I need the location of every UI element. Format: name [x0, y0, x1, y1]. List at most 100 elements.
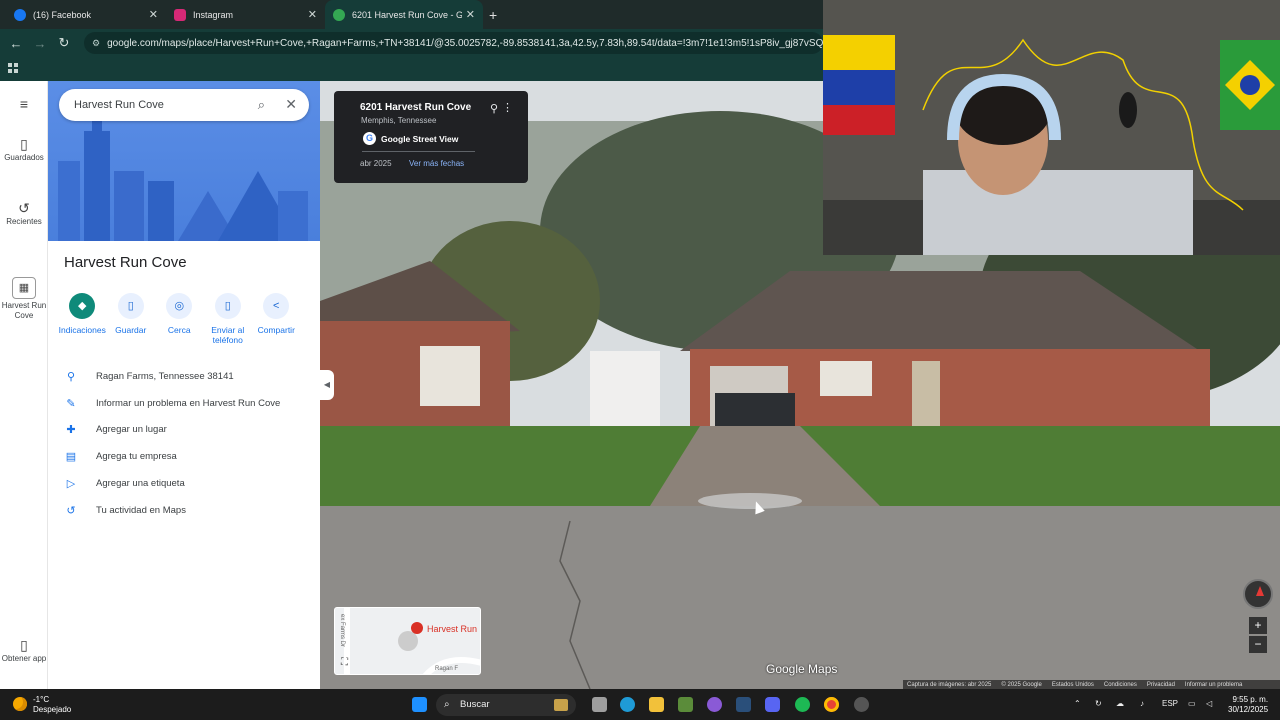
share-button[interactable]: < Compartir [252, 293, 301, 345]
onedrive-icon[interactable]: ☁ [1116, 699, 1124, 708]
footer-link[interactable]: Condiciones [1104, 682, 1137, 688]
directions-icon: ◆ [69, 293, 96, 319]
card-source: Google Street View [381, 134, 459, 144]
temperature: -1°C [33, 695, 50, 704]
close-icon[interactable]: ✕ [285, 96, 297, 113]
search-box[interactable]: Harvest Run Cove ⌕ ✕ [59, 89, 309, 121]
collapse-panel-button[interactable]: ◀ [320, 370, 334, 400]
minimap-roads [344, 608, 480, 674]
add-label-row[interactable]: ▷ Agregar una etiqueta [64, 473, 314, 493]
footer-link[interactable]: Informar un problema [1185, 682, 1242, 688]
footer-link[interactable]: Estados Unidos [1052, 682, 1094, 688]
footer-link[interactable]: Privacidad [1147, 682, 1175, 688]
rail-item-label: Obtener app [1, 654, 47, 663]
clock[interactable]: 9:55 p. m. 30/12/2025 [1228, 695, 1268, 715]
windows-start-icon[interactable] [412, 697, 427, 712]
save-button[interactable]: ▯ Guardar [107, 293, 156, 345]
file-explorer-icon[interactable] [649, 697, 664, 712]
directions-button[interactable]: ◆ Indicaciones [58, 293, 107, 345]
close-icon[interactable]: ✕ [149, 8, 158, 21]
info-label: Agrega tu empresa [96, 450, 177, 462]
maps-activity-row[interactable]: ↺ Tu actividad en Maps [64, 500, 314, 520]
card-city: Memphis, Tennessee [361, 116, 437, 125]
menu-button[interactable]: ≡ [0, 95, 48, 113]
expand-icon[interactable]: ⛶ [341, 657, 348, 668]
apps-grid-icon[interactable] [8, 63, 18, 73]
zoom-in-button[interactable]: + [1249, 617, 1267, 634]
task-view-icon[interactable] [592, 697, 607, 712]
volume-icon[interactable]: ◁ [1206, 699, 1212, 708]
place-title: Harvest Run Cove [64, 254, 187, 271]
search-icon[interactable]: ⌕ [258, 97, 265, 113]
back-arrow-icon[interactable]: ← [4, 36, 28, 51]
close-icon[interactable]: ✕ [308, 8, 317, 21]
forward-arrow-icon[interactable]: → [28, 36, 52, 51]
rail-item-label: Recientes [6, 217, 42, 226]
webcam-overlay [823, 0, 1280, 255]
site-info-icon[interactable]: ⚙ [92, 38, 100, 49]
add-business-row[interactable]: ▤ Agrega tu empresa [64, 446, 314, 466]
add-place-row[interactable]: ✚ Agregar un lugar [64, 419, 314, 439]
weather-moon-icon[interactable] [13, 697, 27, 711]
tab-facebook[interactable]: (16) Facebook ✕ [6, 0, 166, 29]
send-to-phone-button[interactable]: ▯ Enviar al teléfono [204, 293, 253, 345]
bookmark-icon: ▯ [20, 136, 28, 152]
report-problem-row[interactable]: ✎ Informar un problema en Harvest Run Co… [64, 393, 314, 413]
discord-icon[interactable] [765, 697, 780, 712]
maps-left-rail: ≡ ▯ Guardados ↺ Recientes ▦ Harvest Run … [0, 81, 48, 689]
nearby-button[interactable]: ◎ Cerca [155, 293, 204, 345]
tab-instagram[interactable]: Instagram ✕ [166, 0, 325, 29]
hamburger-menu-icon: ≡ [19, 96, 29, 112]
search-input[interactable]: Harvest Run Cove [74, 99, 164, 111]
microphone-icon[interactable]: ♪ [1140, 699, 1144, 708]
rail-item-recientes[interactable]: ↺ Recientes [0, 199, 48, 227]
card-date: abr 2025 [360, 159, 392, 168]
windows-taskbar: -1°C Despejado ⌕ Buscar ⌃ ↻ ☁ ♪ ESP ▭ ◁ … [0, 689, 1280, 720]
language-indicator[interactable]: ESP [1162, 699, 1178, 708]
sync-icon[interactable]: ↻ [1095, 699, 1102, 708]
address-bar[interactable]: ⚙ google.com/maps/place/Harvest+Run+Cove… [84, 32, 823, 54]
nearby-icon: ◎ [166, 293, 193, 319]
weather-widget[interactable]: -1°C Despejado [33, 695, 71, 715]
tab-label: Instagram [193, 9, 234, 20]
close-icon[interactable]: ✕ [466, 8, 475, 21]
place-panel: Harvest Run Cove ⌕ ✕ Harvest Run Cove ◆ … [48, 81, 320, 689]
add-place-icon: ✚ [66, 423, 76, 436]
attribution-bar: Captura de imágenes: abr 2025 © 2025 Goo… [903, 680, 1280, 689]
new-tab-button[interactable]: + [489, 7, 497, 23]
obs-icon[interactable] [854, 697, 869, 712]
instagram-icon [174, 8, 186, 21]
edge-icon[interactable] [620, 697, 635, 712]
share-icon: < [263, 293, 290, 319]
chevron-up-icon[interactable]: ⌃ [1074, 699, 1081, 708]
network-icon[interactable]: ▭ [1188, 699, 1196, 708]
minecraft-icon[interactable] [678, 697, 693, 712]
action-buttons: ◆ Indicaciones ▯ Guardar ◎ Cerca ▯ Envia… [58, 293, 310, 345]
more-options-icon[interactable]: ⋮ [502, 101, 513, 114]
chrome-icon[interactable] [824, 697, 839, 712]
zoom-out-button[interactable]: − [1249, 636, 1267, 653]
footer-item: © 2025 Google [1001, 681, 1042, 688]
rail-item-harvest-run-cove[interactable]: ▦ Harvest Run Cove [0, 277, 48, 321]
tab-google-maps[interactable]: 6201 Harvest Run Cove - Goog ✕ [325, 0, 483, 29]
compass-icon[interactable] [1243, 579, 1273, 609]
place-thumbnail-icon: ▦ [12, 277, 36, 299]
divider [362, 151, 475, 152]
bookmark-icon: ▯ [117, 293, 144, 319]
rail-item-guardados[interactable]: ▯ Guardados [0, 135, 48, 163]
rail-item-label: Harvest Run Cove [1, 301, 47, 320]
copilot-icon[interactable] [707, 697, 722, 712]
location-pin-icon[interactable]: ⚲ [490, 102, 498, 115]
google-logo-icon: G [363, 132, 376, 145]
minimap[interactable]: ex Farms Dr Ragan F Harvest Run ⛶ [334, 607, 481, 675]
more-dates-link[interactable]: Ver más fechas [409, 159, 464, 168]
spotify-icon[interactable] [795, 697, 810, 712]
edit-icon: ✎ [66, 397, 76, 410]
rail-item-obtener-app[interactable]: ▯ Obtener app [0, 636, 48, 664]
rail-item-label: Guardados [4, 153, 44, 162]
address-row[interactable]: ⚲ Ragan Farms, Tennessee 38141 [64, 366, 314, 386]
taskbar-search[interactable]: ⌕ Buscar [436, 694, 576, 716]
steam-icon[interactable] [736, 697, 751, 712]
browser-toolbar: ← → ↻ ⚙ google.com/maps/place/Harvest+Ru… [0, 29, 823, 57]
reload-icon[interactable]: ↻ [52, 35, 76, 51]
